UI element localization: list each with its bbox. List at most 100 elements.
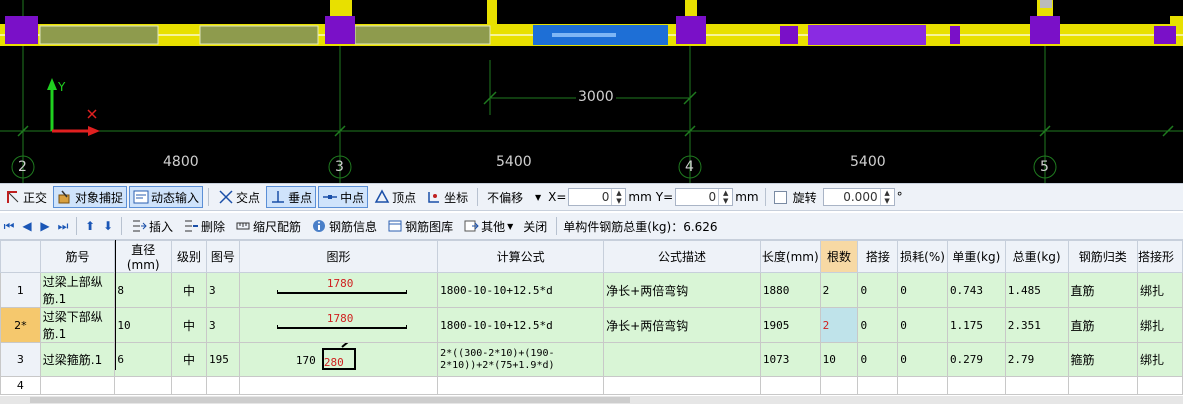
object-snap-button[interactable]: 对象捕捉 — [53, 186, 128, 208]
next-record-icon[interactable]: ▶ — [36, 219, 54, 233]
table-row[interactable]: 4 — [0, 376, 1183, 395]
unit-weight-cell[interactable]: 0.743 — [946, 272, 1006, 308]
total-weight-cell[interactable]: 2.79 — [1004, 342, 1069, 377]
figure-no-cell[interactable]: 3 — [205, 307, 240, 343]
move-down-icon[interactable]: ⬇ — [99, 219, 117, 233]
column-header[interactable]: 搭接 — [857, 240, 899, 273]
shape-cell[interactable]: 170 280 — [238, 342, 439, 377]
total-weight-cell[interactable]: 1.485 — [1004, 272, 1069, 308]
rebar-library-button[interactable]: 钢筋图库 — [383, 215, 457, 237]
empty-cell[interactable] — [1067, 376, 1139, 395]
column-header[interactable]: 图形 — [238, 240, 439, 273]
grade-cell[interactable]: 中 — [171, 342, 207, 377]
column-header[interactable]: 损耗(%) — [897, 240, 948, 273]
lap-type-cell[interactable]: 绑扎 — [1137, 272, 1183, 308]
grade-cell[interactable]: 中 — [171, 307, 207, 343]
first-record-icon[interactable]: ⏮ — [0, 219, 18, 234]
diameter-cell[interactable]: 6 — [114, 342, 173, 377]
figure-no-cell[interactable]: 195 — [205, 342, 240, 377]
column-header[interactable]: 总重(kg) — [1004, 240, 1069, 273]
horizontal-scrollbar[interactable] — [0, 396, 1183, 404]
category-cell[interactable]: 箍筋 — [1067, 342, 1139, 377]
table-row[interactable]: 1 过梁上部纵筋.1 8 中 3 1780 1800-10-10+12.5*d … — [0, 272, 1183, 308]
shape-cell[interactable]: 1780 — [238, 307, 439, 343]
empty-cell[interactable] — [1137, 376, 1183, 395]
unit-weight-cell[interactable]: 0.279 — [946, 342, 1006, 377]
row-number[interactable]: 2* — [0, 307, 41, 343]
formula-cell[interactable]: 2*((300-2*10)+(190-2*10))+2*(75+1.9*d) — [437, 342, 605, 377]
cad-canvas[interactable]: Y 2 3 4 5 4800 5400 5400 3000 — [0, 0, 1183, 183]
perpendicular-snap-button[interactable]: 垂点 — [266, 186, 317, 208]
coordinate-snap-button[interactable]: 坐标 — [422, 186, 472, 208]
column-header[interactable]: 长度(mm) — [759, 240, 821, 273]
midpoint-snap-button[interactable]: 中点 — [318, 186, 369, 208]
lap-type-cell[interactable]: 绑扎 — [1137, 342, 1183, 377]
length-cell[interactable]: 1905 — [759, 307, 821, 343]
formula-cell[interactable]: 1800-10-10+12.5*d — [437, 272, 605, 308]
formula-desc-cell[interactable]: 净长+两倍弯钩 — [603, 307, 761, 343]
count-cell-selected[interactable]: 2 — [819, 307, 859, 343]
empty-cell[interactable] — [238, 376, 439, 395]
formula-desc-cell[interactable]: 净长+两倍弯钩 — [603, 272, 761, 308]
move-up-icon[interactable]: ⬆ — [81, 219, 99, 233]
insert-button[interactable]: 插入 — [127, 215, 177, 237]
column-header[interactable]: 级别 — [171, 240, 207, 273]
diameter-cell[interactable]: 10 — [114, 307, 173, 343]
ortho-button[interactable]: 正交 — [1, 186, 51, 208]
close-button[interactable]: 关闭 — [519, 215, 551, 237]
empty-cell[interactable] — [946, 376, 1006, 395]
table-row[interactable]: 3 过梁箍筋.1 6 中 195 170 280 2*((300-2*10)+(… — [0, 342, 1183, 377]
column-header[interactable]: 公式描述 — [603, 240, 761, 273]
rebar-name-cell[interactable]: 过梁上部纵筋.1 — [39, 272, 116, 308]
empty-cell[interactable] — [603, 376, 761, 395]
rotate-angle-input[interactable]: 0.000 ▲ ▼ — [822, 188, 895, 206]
total-weight-cell[interactable]: 2.351 — [1004, 307, 1069, 343]
column-header[interactable]: 直径(mm) — [114, 240, 173, 273]
column-header[interactable]: 筋号 — [39, 240, 116, 273]
empty-cell[interactable] — [171, 376, 207, 395]
empty-cell[interactable] — [1004, 376, 1069, 395]
lap-cell[interactable]: 0 — [857, 342, 899, 377]
shape-cell[interactable]: 1780 — [238, 272, 439, 308]
row-number[interactable]: 4 — [0, 376, 41, 395]
column-header[interactable]: 搭接形 — [1137, 240, 1183, 273]
x-coordinate-input[interactable]: 0 ▲ ▼ — [568, 188, 627, 206]
formula-desc-cell[interactable] — [603, 342, 761, 377]
column-header[interactable]: 单重(kg) — [946, 240, 1006, 273]
table-row[interactable]: 2* 过梁下部纵筋.1 10 中 3 1780 1800-10-10+12.5*… — [0, 307, 1183, 343]
row-number[interactable]: 3 — [0, 342, 41, 377]
rebar-name-cell[interactable]: 过梁下部纵筋.1 — [39, 307, 116, 343]
prev-record-icon[interactable]: ◀ — [18, 219, 36, 233]
intersection-snap-button[interactable]: 交点 — [214, 186, 264, 208]
count-cell[interactable]: 2 — [819, 272, 859, 308]
empty-cell[interactable] — [39, 376, 116, 395]
grade-cell[interactable]: 中 — [171, 272, 207, 308]
column-header[interactable]: 根数 — [819, 240, 859, 273]
column-header[interactable]: 图号 — [205, 240, 240, 273]
empty-cell[interactable] — [205, 376, 240, 395]
empty-cell[interactable] — [437, 376, 605, 395]
loss-cell[interactable]: 0 — [897, 307, 948, 343]
lap-type-cell[interactable]: 绑扎 — [1137, 307, 1183, 343]
rebar-info-button[interactable]: 钢筋信息 — [307, 215, 381, 237]
rotate-spinner-icon[interactable]: ▲ ▼ — [879, 189, 894, 205]
length-cell[interactable]: 1073 — [759, 342, 821, 377]
empty-cell[interactable] — [897, 376, 948, 395]
figure-no-cell[interactable]: 3 — [205, 272, 240, 308]
category-cell[interactable]: 直筋 — [1067, 272, 1139, 308]
category-cell[interactable]: 直筋 — [1067, 307, 1139, 343]
loss-cell[interactable]: 0 — [897, 342, 948, 377]
y-coordinate-input[interactable]: 0 ▲ ▼ — [675, 188, 734, 206]
loss-cell[interactable]: 0 — [897, 272, 948, 308]
empty-cell[interactable] — [759, 376, 821, 395]
delete-button[interactable]: 删除 — [179, 215, 229, 237]
scale-rebar-button[interactable]: 缩尺配筋 — [231, 215, 305, 237]
column-header[interactable]: 计算公式 — [437, 240, 605, 273]
unit-weight-cell[interactable]: 1.175 — [946, 307, 1006, 343]
last-record-icon[interactable]: ⏭ — [54, 219, 72, 234]
y-spinner-icon[interactable]: ▲ ▼ — [718, 189, 732, 205]
vertex-snap-button[interactable]: 顶点 — [370, 186, 420, 208]
lap-cell[interactable]: 0 — [857, 307, 899, 343]
row-number[interactable]: 1 — [0, 272, 41, 308]
count-cell[interactable]: 10 — [819, 342, 859, 377]
